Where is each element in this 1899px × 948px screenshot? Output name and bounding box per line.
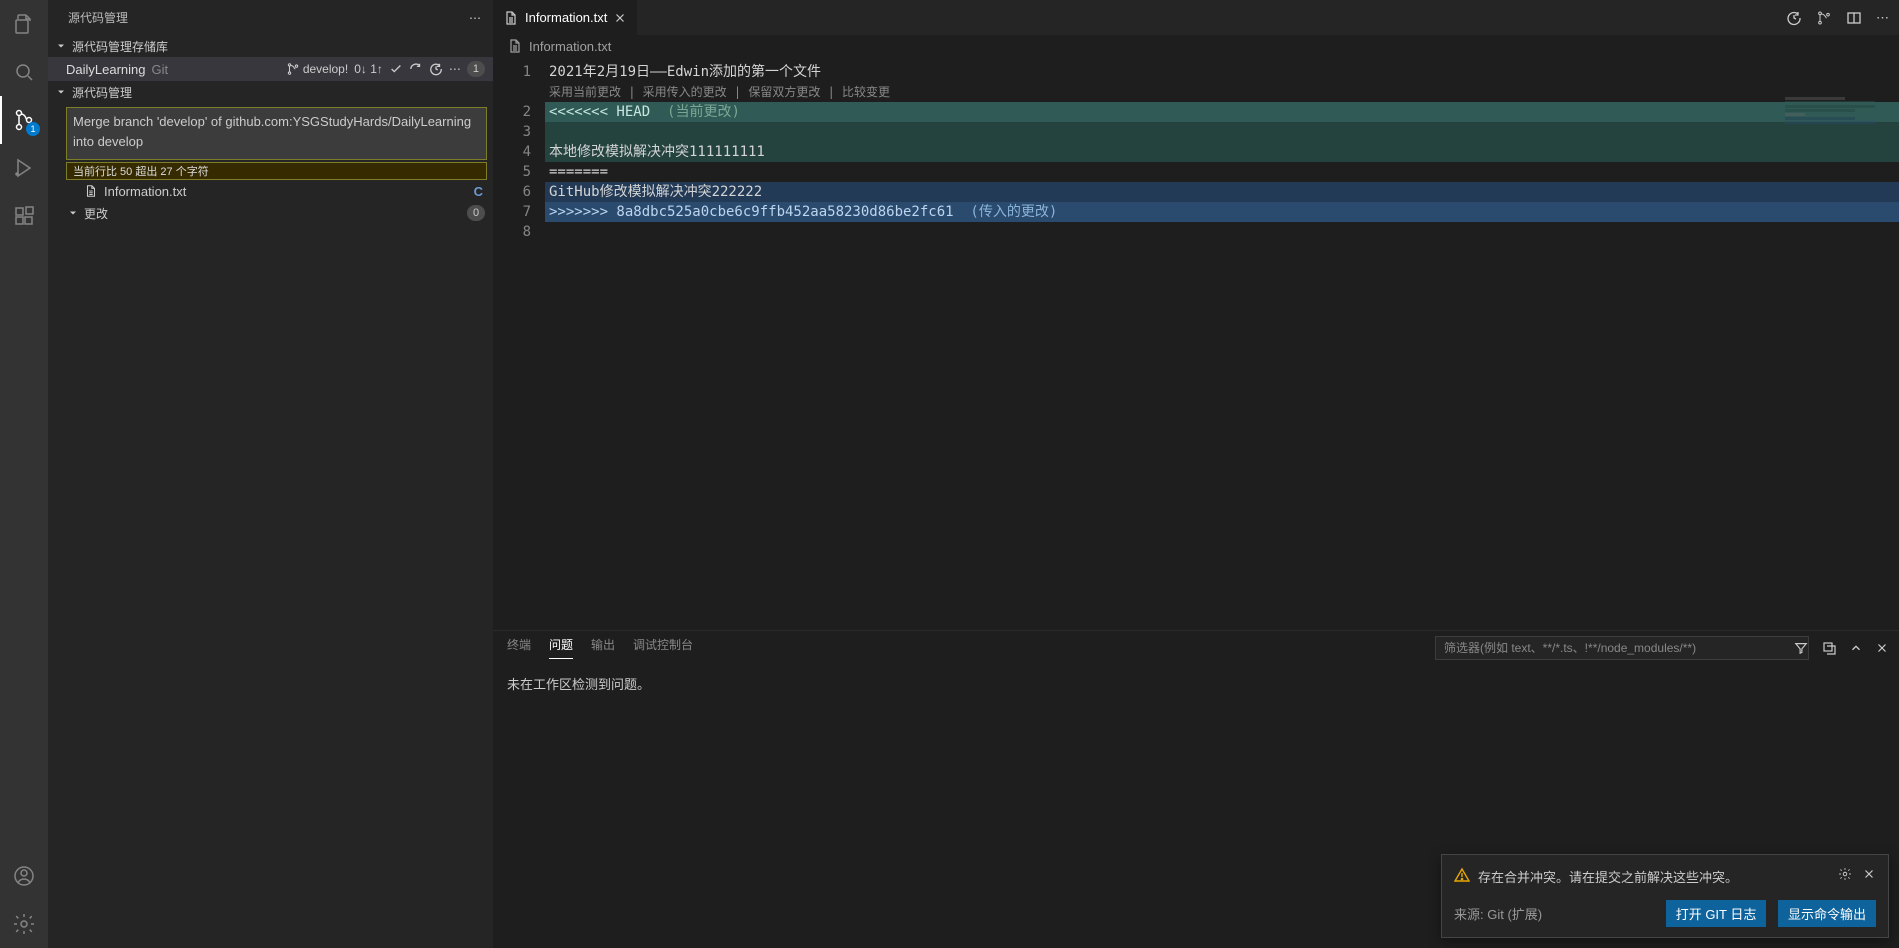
line-numbers: 1 2 3 4 5 6 7 8: [493, 57, 545, 630]
merge-change-file[interactable]: Information.txt C: [48, 180, 493, 202]
toast-message: 存在合并冲突。请在提交之前解决这些冲突。: [1478, 867, 1738, 886]
extensions-icon[interactable]: [0, 192, 48, 240]
toast-gear-icon[interactable]: [1838, 867, 1852, 881]
pending-changes-badge: 1: [467, 61, 485, 77]
editor-tabbar: Information.txt ⋯: [493, 0, 1899, 35]
merge-codelens[interactable]: 采用当前更改 | 采用传入的更改 | 保留双方更改 | 比较变更: [545, 82, 1899, 102]
editor-actions: ⋯: [1776, 0, 1899, 35]
sidebar-header: 源代码管理 ⋯: [48, 0, 493, 35]
scm-badge: 1: [26, 122, 40, 136]
conflict-current-marker: <<<<<<< HEAD (当前更改): [545, 102, 1899, 122]
repo-more-icon[interactable]: ⋯: [449, 62, 461, 76]
section-repositories[interactable]: 源代码管理存储库: [48, 35, 493, 57]
compare-icon[interactable]: [1816, 10, 1832, 26]
notification-toast: 存在合并冲突。请在提交之前解决这些冲突。 来源: Git (扩展) 打开 GIT…: [1441, 854, 1889, 938]
refresh-icon[interactable]: [409, 62, 423, 76]
warning-icon: [1454, 867, 1470, 883]
commit-check-icon[interactable]: [389, 62, 403, 76]
commit-length-warning: 当前行比 50 超出 27 个字符: [66, 162, 487, 180]
activity-bar: 1: [0, 0, 48, 948]
commit-message-textarea[interactable]: Merge branch 'develop' of github.com:YSG…: [67, 108, 486, 156]
toast-source: 来源: Git (扩展): [1454, 904, 1542, 923]
branch-indicator[interactable]: develop!: [286, 62, 348, 76]
conflict-separator: =======: [545, 162, 1899, 182]
panel-maximize-icon[interactable]: [1849, 641, 1863, 655]
commit-message-input[interactable]: Merge branch 'develop' of github.com:YSG…: [66, 107, 487, 160]
source-control-sidebar: 源代码管理 ⋯ 源代码管理存储库 DailyLearning Git devel…: [48, 0, 493, 948]
repo-row[interactable]: DailyLearning Git develop! 0↓ 1↑ ⋯ 1: [48, 57, 493, 81]
repo-actions: develop! 0↓ 1↑ ⋯ 1: [286, 61, 485, 77]
repo-name: DailyLearning: [66, 62, 146, 77]
text-editor[interactable]: 1 2 3 4 5 6 7 8 2021年2月19日——Edwin添加的第一个文…: [493, 57, 1899, 630]
editor-area: Information.txt ⋯ Information.txt 1 2 3 …: [493, 0, 1899, 948]
panel-tab-problems[interactable]: 问题: [549, 636, 573, 659]
split-editor-icon[interactable]: [1846, 10, 1862, 26]
merge-status-badge: C: [474, 184, 483, 199]
source-control-icon[interactable]: 1: [0, 96, 48, 144]
file-icon: [503, 10, 519, 26]
collapse-all-icon[interactable]: [1821, 640, 1837, 656]
repo-vcs: Git: [152, 62, 169, 77]
panel-tab-terminal[interactable]: 终端: [507, 636, 531, 659]
code-line: [545, 122, 1899, 142]
run-debug-icon[interactable]: [0, 144, 48, 192]
merge-file-name: Information.txt: [104, 184, 186, 199]
close-icon[interactable]: [613, 11, 627, 25]
settings-gear-icon[interactable]: [0, 900, 48, 948]
toast-close-icon[interactable]: [1862, 867, 1876, 881]
problems-filter-input[interactable]: 筛选器(例如 text、**/*.ts、!**/node_modules/**): [1435, 636, 1809, 660]
file-icon: [507, 38, 523, 54]
panel-tab-debug[interactable]: 调试控制台: [633, 636, 693, 659]
explorer-icon[interactable]: [0, 0, 48, 48]
panel-tab-output[interactable]: 输出: [591, 636, 615, 659]
sync-indicator[interactable]: 0↓ 1↑: [354, 62, 383, 76]
editor-more-icon[interactable]: ⋯: [1876, 10, 1889, 26]
search-icon[interactable]: [0, 48, 48, 96]
code-line: GitHub修改模拟解决冲突222222: [545, 182, 1899, 202]
problems-empty-message: 未在工作区检测到问题。: [493, 664, 1899, 693]
sidebar-title: 源代码管理: [68, 9, 128, 26]
minimap[interactable]: [1785, 97, 1885, 157]
filter-icon[interactable]: [1794, 641, 1808, 655]
accounts-icon[interactable]: [0, 852, 48, 900]
chevron-down-icon: [66, 206, 80, 220]
open-git-log-button[interactable]: 打开 GIT 日志: [1666, 900, 1767, 927]
breadcrumb[interactable]: Information.txt: [493, 35, 1899, 57]
sidebar-more-icon[interactable]: ⋯: [469, 11, 481, 25]
breadcrumb-file: Information.txt: [529, 39, 611, 54]
timeline-icon[interactable]: [1786, 10, 1802, 26]
changes-count-badge: 0: [467, 205, 485, 221]
chevron-down-icon: [54, 39, 68, 53]
history-icon[interactable]: [429, 62, 443, 76]
section-changes[interactable]: 更改 0: [48, 202, 493, 224]
tab-label: Information.txt: [525, 10, 607, 25]
code-line: 2021年2月19日——Edwin添加的第一个文件: [545, 62, 1899, 82]
section-scm[interactable]: 源代码管理: [48, 81, 493, 103]
show-command-output-button[interactable]: 显示命令输出: [1778, 900, 1876, 927]
panel-close-icon[interactable]: [1875, 641, 1889, 655]
conflict-incoming-marker: >>>>>>> 8a8dbc525a0cbe6c9ffb452aa58230d8…: [545, 202, 1899, 222]
tab-information-txt[interactable]: Information.txt: [493, 0, 638, 35]
code-content[interactable]: 2021年2月19日——Edwin添加的第一个文件 采用当前更改 | 采用传入的…: [545, 57, 1899, 630]
file-icon: [84, 184, 98, 198]
code-line: 本地修改模拟解决冲突111111111: [545, 142, 1899, 162]
code-line: [545, 222, 1899, 242]
chevron-down-icon: [54, 85, 68, 99]
